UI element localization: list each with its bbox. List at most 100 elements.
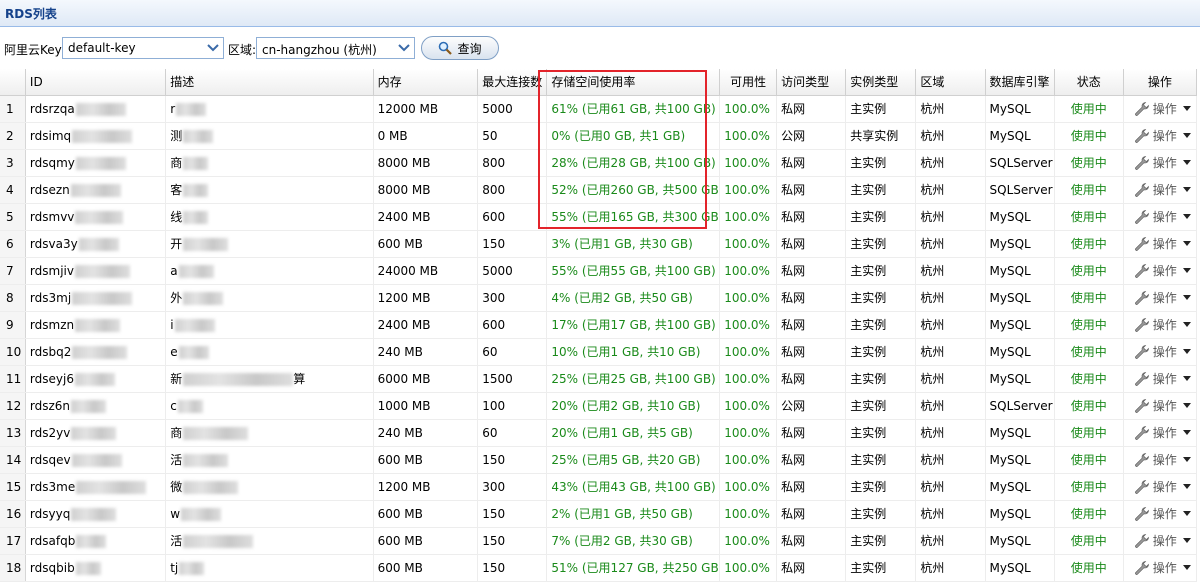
table-row[interactable]: 6 rdsva3y 开 600 MB 150 3% (已用1 GB, 共30 GB) 100… bbox=[0, 230, 1198, 258]
region-select[interactable]: cn-hangzhou (杭州) bbox=[256, 37, 415, 59]
table-row[interactable]: 7 rdsmjiv a 24000 MB 5000 55% (已用55 GB, 共100 … bbox=[0, 257, 1198, 285]
table-row[interactable]: 5 rdsmvv 线 2400 MB 600 55% (已用165 GB, 共300 GB… bbox=[0, 203, 1198, 231]
cell-ops[interactable]: 操作 bbox=[1123, 338, 1198, 366]
cell-ops[interactable]: 操作 bbox=[1123, 554, 1198, 582]
cell-id[interactable]: rdsva3y bbox=[25, 230, 167, 258]
cell-instance-type: 主实例 bbox=[845, 203, 917, 231]
table-row[interactable]: 14 rdsqev 活 600 MB 150 25% (已用5 GB, 共20 GB) 10… bbox=[0, 446, 1198, 474]
table-row[interactable]: 8 rds3mj 外 1200 MB 300 4% (已用2 GB, 共50 GB) 100… bbox=[0, 284, 1198, 312]
cell-ops[interactable]: 操作 bbox=[1123, 230, 1198, 258]
cell-id[interactable]: rdsrzqa bbox=[25, 95, 167, 123]
cell-id[interactable]: rdsbq2 bbox=[25, 338, 167, 366]
cell-ops[interactable]: 操作 bbox=[1123, 365, 1198, 393]
cell-ops[interactable]: 操作 bbox=[1123, 176, 1198, 204]
ops-menu-button[interactable]: 操作 bbox=[1128, 235, 1196, 252]
table-row[interactable]: 4 rdsezn 客 8000 MB 800 52% (已用260 GB, 共500 GB… bbox=[0, 176, 1198, 204]
header-desc[interactable]: 描述 bbox=[165, 69, 374, 96]
cell-ops[interactable]: 操作 bbox=[1123, 122, 1198, 150]
chevron-down-icon[interactable] bbox=[395, 39, 413, 57]
cell-ops[interactable]: 操作 bbox=[1123, 419, 1198, 447]
table-row[interactable]: 15 rds3me 微 1200 MB 300 43% (已用43 GB, 共100 GB… bbox=[0, 473, 1198, 501]
header-ops[interactable]: 操作 bbox=[1123, 69, 1198, 96]
cell-id[interactable]: rdsmzn bbox=[25, 311, 167, 339]
cell-instance-type: 主实例 bbox=[845, 527, 917, 555]
cell-ops[interactable]: 操作 bbox=[1123, 446, 1198, 474]
ops-menu-button[interactable]: 操作 bbox=[1128, 127, 1196, 144]
cell-ops[interactable]: 操作 bbox=[1123, 257, 1198, 285]
cell-ops[interactable]: 操作 bbox=[1123, 311, 1198, 339]
rds-table: ID 描述 内存 最大连接数 存储空间使用率 可用性 访问类型 实例类型 区域 … bbox=[0, 69, 1198, 582]
cell-ops[interactable]: 操作 bbox=[1123, 527, 1198, 555]
header-instance-type[interactable]: 实例类型 bbox=[845, 69, 917, 96]
cell-ops[interactable]: 操作 bbox=[1123, 149, 1198, 177]
cell-id[interactable]: rds3mj bbox=[25, 284, 167, 312]
cell-id[interactable]: rdsmjiv bbox=[25, 257, 167, 285]
search-button[interactable]: 查询 bbox=[421, 36, 499, 60]
header-access[interactable]: 访问类型 bbox=[776, 69, 847, 96]
cell-id[interactable]: rdseyj6 bbox=[25, 365, 167, 393]
chevron-down-icon bbox=[1182, 348, 1191, 354]
cell-ops[interactable]: 操作 bbox=[1123, 95, 1198, 123]
ops-menu-button[interactable]: 操作 bbox=[1128, 208, 1196, 225]
header-engine[interactable]: 数据库引擎 bbox=[985, 69, 1055, 96]
ops-menu-button[interactable]: 操作 bbox=[1128, 100, 1196, 117]
cell-id[interactable]: rds2yv bbox=[25, 419, 167, 447]
cell-id[interactable]: rdsimq bbox=[25, 122, 167, 150]
cell-id[interactable]: rdsqbib bbox=[25, 554, 167, 582]
id-text: rdsafqb bbox=[29, 533, 76, 548]
table-row[interactable]: 12 rdsz6n c 1000 MB 100 20% (已用2 GB, 共10 GB) 1… bbox=[0, 392, 1198, 420]
desc-text: 测 bbox=[170, 129, 183, 143]
ops-menu-button[interactable]: 操作 bbox=[1128, 532, 1196, 549]
table-row[interactable]: 9 rdsmzn i 2400 MB 600 17% (已用17 GB, 共100 GB)… bbox=[0, 311, 1198, 339]
cell-id[interactable]: rdsafqb bbox=[25, 527, 167, 555]
ops-menu-button[interactable]: 操作 bbox=[1128, 316, 1196, 333]
header-max-conn[interactable]: 最大连接数 bbox=[477, 69, 548, 96]
cell-ops[interactable]: 操作 bbox=[1123, 500, 1198, 528]
cell-ops[interactable]: 操作 bbox=[1123, 392, 1198, 420]
cell-availability: 100.0% bbox=[719, 419, 778, 447]
cell-id[interactable]: rdsmvv bbox=[25, 203, 167, 231]
header-status[interactable]: 状态 bbox=[1054, 69, 1124, 96]
table-row[interactable]: 17 rdsafqb 活 600 MB 150 7% (已用2 GB, 共30 GB) 10… bbox=[0, 527, 1198, 555]
cell-instance-type: 主实例 bbox=[845, 554, 917, 582]
cell-availability: 100.0% bbox=[719, 284, 778, 312]
cell-ops[interactable]: 操作 bbox=[1123, 203, 1198, 231]
cell-id[interactable]: rds3me bbox=[25, 473, 167, 501]
table-row[interactable]: 2 rdsimq 测 0 MB 50 0% (已用0 GB, 共1 GB) 100.0% 公网… bbox=[0, 122, 1198, 150]
cell-storage: 55% (已用165 GB, 共300 GB) bbox=[546, 203, 721, 231]
table-row[interactable]: 10 rdsbq2 e 240 MB 60 10% (已用1 GB, 共10 GB) 100… bbox=[0, 338, 1198, 366]
table-row[interactable]: 3 rdsqmy 商 8000 MB 800 28% (已用28 GB, 共100 GB)… bbox=[0, 149, 1198, 177]
table-row[interactable]: 18 rdsqbib tj 600 MB 150 51% (已用127 GB, 共250 … bbox=[0, 554, 1198, 582]
aliyun-key-select[interactable]: default-key bbox=[62, 37, 224, 59]
cell-id[interactable]: rdsz6n bbox=[25, 392, 167, 420]
ops-menu-button[interactable]: 操作 bbox=[1128, 505, 1196, 522]
header-availability[interactable]: 可用性 bbox=[719, 69, 778, 96]
header-id[interactable]: ID bbox=[25, 69, 167, 96]
ops-menu-button[interactable]: 操作 bbox=[1128, 181, 1196, 198]
cell-id[interactable]: rdsqmy bbox=[25, 149, 167, 177]
table-row[interactable]: 1 rdsrzqa r 12000 MB 5000 61% (已用61 GB, 共100 … bbox=[0, 95, 1198, 123]
ops-menu-button[interactable]: 操作 bbox=[1128, 451, 1196, 468]
table-row[interactable]: 13 rds2yv 商 240 MB 60 20% (已用1 GB, 共5 GB) 100.… bbox=[0, 419, 1198, 447]
ops-menu-button[interactable]: 操作 bbox=[1128, 154, 1196, 171]
cell-id[interactable]: rdsezn bbox=[25, 176, 167, 204]
table-row[interactable]: 11 rdseyj6 新算 6000 MB 1500 25% (已用25 GB, 共100… bbox=[0, 365, 1198, 393]
cell-ops[interactable]: 操作 bbox=[1123, 284, 1198, 312]
cell-instance-type: 主实例 bbox=[845, 284, 917, 312]
ops-menu-button[interactable]: 操作 bbox=[1128, 343, 1196, 360]
ops-menu-button[interactable]: 操作 bbox=[1128, 370, 1196, 387]
header-region[interactable]: 区域 bbox=[915, 69, 986, 96]
ops-menu-button[interactable]: 操作 bbox=[1128, 397, 1196, 414]
ops-menu-button[interactable]: 操作 bbox=[1128, 424, 1196, 441]
ops-menu-button[interactable]: 操作 bbox=[1128, 478, 1196, 495]
ops-menu-button[interactable]: 操作 bbox=[1128, 262, 1196, 279]
chevron-down-icon[interactable] bbox=[204, 39, 222, 57]
header-storage[interactable]: 存储空间使用率 bbox=[546, 69, 721, 96]
cell-ops[interactable]: 操作 bbox=[1123, 473, 1198, 501]
table-row[interactable]: 16 rdsyyq w 600 MB 150 2% (已用1 GB, 共50 GB) 100… bbox=[0, 500, 1198, 528]
header-memory[interactable]: 内存 bbox=[373, 69, 479, 96]
cell-id[interactable]: rdsyyq bbox=[25, 500, 167, 528]
cell-id[interactable]: rdsqev bbox=[25, 446, 167, 474]
ops-menu-button[interactable]: 操作 bbox=[1128, 559, 1196, 576]
ops-menu-button[interactable]: 操作 bbox=[1128, 289, 1196, 306]
